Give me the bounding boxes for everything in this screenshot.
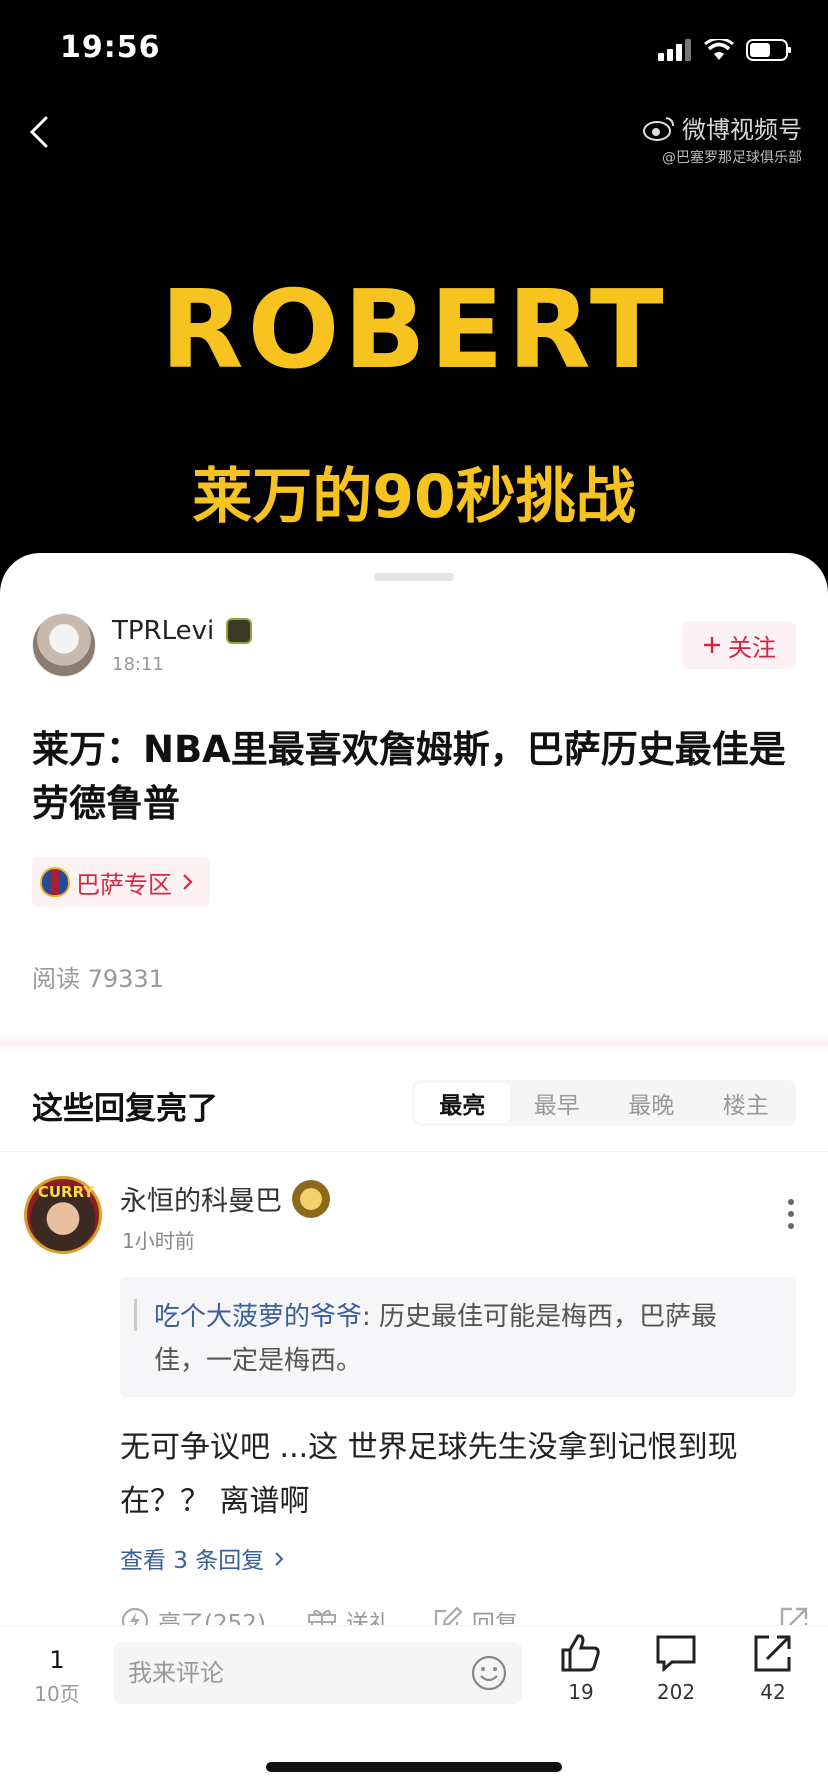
thumbs-up-icon [561,1634,600,1672]
plus-icon [704,637,720,653]
status-icons [658,38,792,62]
post-comment-button[interactable]: 202 [641,1632,711,1704]
quote-user[interactable]: 吃个大菠萝的爷爷 [154,1302,362,1332]
quote-bar [134,1299,137,1331]
post-title: 莱万：NBA里最喜欢詹姆斯，巴萨历史最佳是劳德鲁普 [32,728,786,825]
post-sheet: TPRLevi 18:11 关注 莱万：NBA里最喜欢詹姆斯，巴萨历史最佳是劳德… [0,553,828,1792]
quoted-comment[interactable]: 吃个大菠萝的爷爷: 历史最佳可能是梅西，巴萨最佳，一定是梅西。 [120,1277,796,1397]
video-player[interactable]: 19:56 微博视频号 @巴塞罗那足球俱乐部 ROBERT 莱万的90秒挑战 [0,0,828,560]
like-count: 19 [568,1680,594,1704]
comment-time: 1小时前 [122,1229,195,1253]
view-replies-link[interactable]: 查看 3 条回复 [120,1541,286,1575]
chevron-right-icon [183,874,193,890]
sheet-handle[interactable] [374,573,454,581]
back-arrow-icon[interactable] [24,112,54,152]
commenter-name[interactable]: 永恒的科曼巴 [120,1179,282,1218]
read-count: 阅读 79331 [32,965,164,993]
comment-icon [656,1635,696,1673]
signal-icon [658,39,691,61]
tag-barca-zone[interactable]: 巴萨专区 [32,857,210,907]
divider [0,1151,828,1152]
weibo-watermark: 微博视频号 @巴塞罗那足球俱乐部 [642,110,802,167]
tab-hottest[interactable]: 最亮 [415,1083,510,1123]
author-avatar[interactable] [32,613,96,677]
bottom-bar: 1 10页 19 202 [0,1625,828,1725]
sort-tabs: 最亮 最早 最晚 楼主 [412,1080,796,1126]
share-count: 42 [760,1680,786,1704]
replies-heading: 这些回复亮了 [32,1091,218,1127]
comment-body: 无可争议吧 ...这 世界足球先生没拿到记恨到现在？？ 离谱啊 [120,1430,738,1519]
tag-label: 巴萨专区 [76,870,172,899]
share-icon [754,1635,791,1672]
commenter-badge-icon [292,1179,330,1218]
page-total: 10页 [34,1682,80,1706]
comment-count: 202 [656,1680,696,1704]
view-replies-label: 查看 3 条回复 [120,1548,265,1574]
tab-op-only[interactable]: 楼主 [699,1083,794,1123]
home-indicator[interactable] [266,1762,562,1772]
comment-input-box[interactable] [114,1642,522,1704]
tab-earliest[interactable]: 最早 [510,1083,605,1123]
author-info[interactable]: TPRLevi 18:11 [32,613,253,677]
tab-latest[interactable]: 最晚 [604,1083,699,1123]
author-badge-icon [226,617,253,644]
video-title-en: ROBERT [160,268,668,393]
author-name[interactable]: TPRLevi [112,616,214,646]
commenter-avatar[interactable]: CURRY [24,1176,102,1254]
watermark-sub: @巴塞罗那足球俱乐部 [662,150,802,166]
more-vertical-icon[interactable] [788,1199,794,1229]
section-divider [0,1033,828,1051]
post-like-button[interactable]: 19 [546,1632,616,1704]
avatar-text: CURRY [37,1183,95,1201]
battery-icon [746,39,791,61]
commenter-info[interactable]: 永恒的科曼巴 [120,1179,330,1218]
post-time: 18:11 [112,653,164,675]
page-current: 1 [49,1646,65,1674]
watermark-main: 微博视频号 [682,116,802,144]
comment-input[interactable] [128,1659,470,1687]
chevron-right-icon [274,1552,283,1566]
weibo-icon [643,116,674,141]
wifi-icon [704,39,734,60]
barca-logo-icon [40,867,70,897]
emoji-icon[interactable] [470,1654,508,1692]
follow-button[interactable]: 关注 [682,621,796,669]
post-share-button[interactable]: 42 [738,1632,808,1704]
video-title-cn: 莱万的90秒挑战 [192,462,636,532]
follow-label: 关注 [728,633,776,662]
status-time: 19:56 [60,30,161,65]
page-indicator[interactable]: 1 10页 [32,1646,82,1707]
